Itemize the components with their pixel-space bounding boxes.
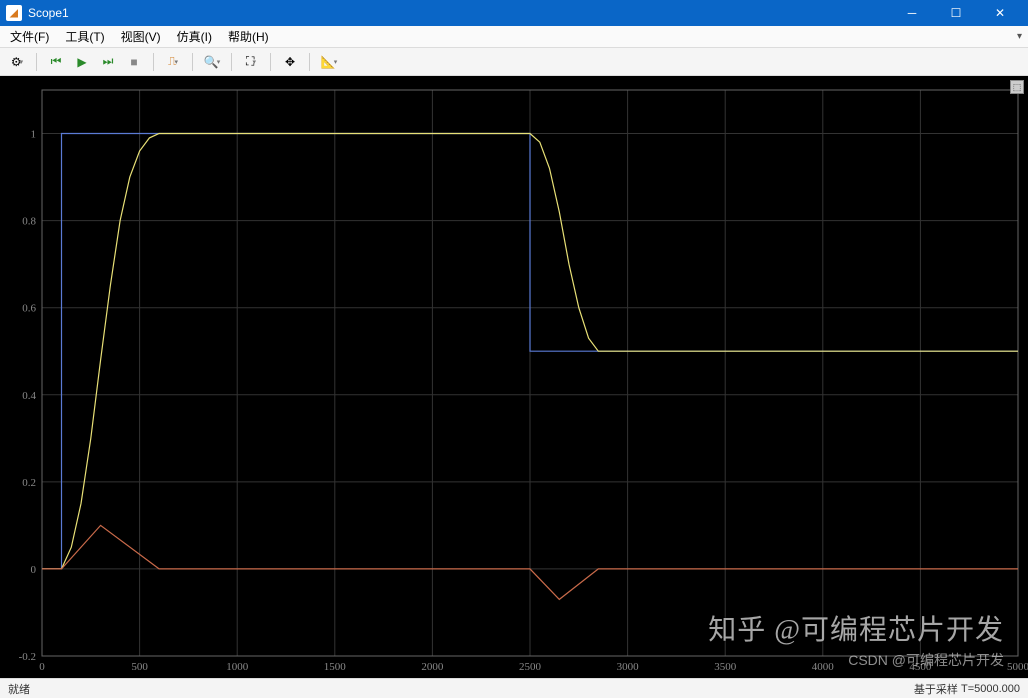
menu-overflow-icon[interactable]: ▾: [1017, 31, 1022, 42]
cursor-icon: ✥: [285, 55, 295, 69]
window-title: Scope1: [28, 6, 890, 20]
step-back-icon: ⏮: [51, 54, 62, 69]
close-button[interactable]: ✕: [978, 0, 1022, 26]
svg-text:2500: 2500: [519, 661, 542, 673]
menu-help[interactable]: 帮助(H): [224, 26, 273, 47]
settings-button[interactable]: ⚙▾: [6, 51, 28, 73]
menu-file[interactable]: 文件(F): [6, 26, 53, 47]
svg-text:1000: 1000: [226, 661, 249, 673]
svg-text:1: 1: [31, 129, 37, 141]
svg-text:-0.2: -0.2: [19, 651, 36, 663]
signal-select-button[interactable]: ⎍▾: [162, 51, 184, 73]
autoscale-button[interactable]: ⛶▾: [240, 51, 262, 73]
cursor-button[interactable]: ✥: [279, 51, 301, 73]
maximize-button[interactable]: ☐: [934, 0, 978, 26]
stop-button[interactable]: ■: [123, 51, 145, 73]
window-titlebar: ◢ Scope1 ─ ☐ ✕: [0, 0, 1028, 26]
status-right-value: T=5000.000: [961, 683, 1020, 695]
stop-icon: ■: [130, 55, 137, 69]
app-icon: ◢: [6, 5, 22, 21]
svg-text:0.4: 0.4: [22, 390, 36, 402]
step-forward-icon: ⏭: [103, 54, 114, 69]
step-back-button[interactable]: ⏮: [45, 51, 67, 73]
svg-text:0: 0: [39, 661, 45, 673]
svg-text:4000: 4000: [812, 661, 835, 673]
run-button[interactable]: ▶: [71, 51, 93, 73]
svg-text:1500: 1500: [324, 661, 347, 673]
svg-text:0.6: 0.6: [22, 303, 36, 315]
status-left: 就绪: [8, 681, 30, 697]
svg-text:500: 500: [131, 661, 148, 673]
step-forward-button[interactable]: ⏭: [97, 51, 119, 73]
menu-tools[interactable]: 工具(T): [61, 26, 108, 47]
scope-plot[interactable]: 0 500 1000 1500 2000 2500 3000 3500 4000 4500 5000…: [0, 76, 1028, 678]
svg-text:0: 0: [31, 564, 37, 576]
status-right-label: 基于采样: [914, 681, 958, 697]
svg-text:0.2: 0.2: [22, 477, 36, 489]
pin-legend-icon[interactable]: ⬚: [1010, 80, 1024, 94]
plot-svg: 0 500 1000 1500 2000 2500 3000 3500 4000 4500 5000…: [0, 76, 1028, 678]
minimize-button[interactable]: ─: [890, 0, 934, 26]
menu-sim[interactable]: 仿真(I): [173, 26, 216, 47]
svg-text:0.8: 0.8: [22, 216, 36, 228]
menu-bar: 文件(F) 工具(T) 视图(V) 仿真(I) 帮助(H) ▾: [0, 26, 1028, 48]
svg-text:5000: 5000: [1007, 661, 1028, 673]
measure-button[interactable]: 📐▾: [318, 51, 340, 73]
svg-text:2000: 2000: [421, 661, 444, 673]
status-bar: 就绪 基于采样 T=5000.000: [0, 678, 1028, 698]
menu-view[interactable]: 视图(V): [117, 26, 165, 47]
svg-text:3500: 3500: [714, 661, 737, 673]
zoom-button[interactable]: 🔍▾: [201, 51, 223, 73]
play-icon: ▶: [77, 55, 86, 69]
svg-text:3000: 3000: [617, 661, 640, 673]
svg-text:4500: 4500: [909, 661, 932, 673]
toolbar: ⚙▾ ⏮ ▶ ⏭ ■ ⎍▾ 🔍▾ ⛶▾ ✥ 📐▾: [0, 48, 1028, 76]
